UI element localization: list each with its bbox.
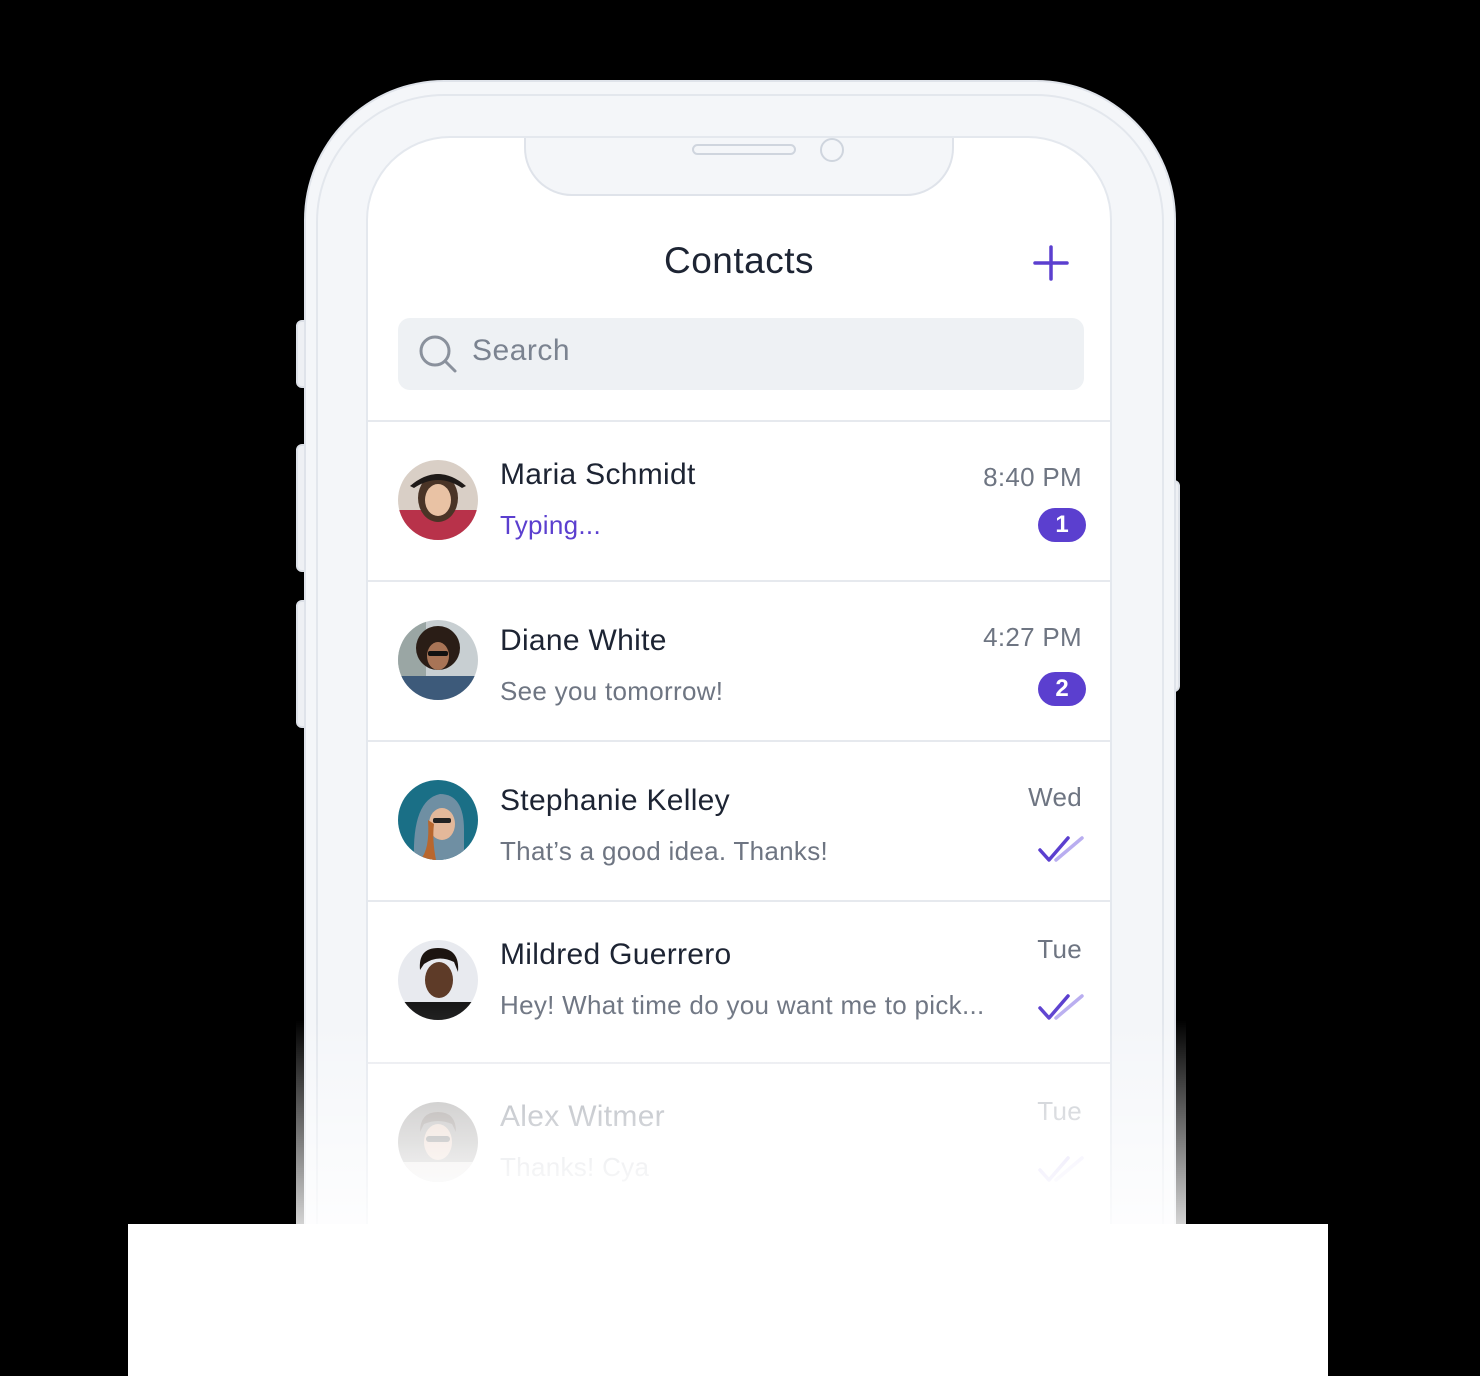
contact-time: 8:40 PM xyxy=(983,462,1082,492)
unread-badge: 1 xyxy=(1038,508,1086,542)
contact-row-stephanie-kelley[interactable]: Stephanie Kelley That’s a good idea. Tha… xyxy=(368,742,1110,902)
double-check-icon xyxy=(1038,836,1084,862)
search-placeholder: Search xyxy=(472,334,571,367)
page-title: Contacts xyxy=(663,240,814,281)
double-check-icon xyxy=(1038,994,1084,1020)
avatar xyxy=(398,460,478,540)
contact-last-message: See you tomorrow! xyxy=(500,676,724,706)
plus-icon xyxy=(1033,245,1069,281)
add-contact-button[interactable] xyxy=(1032,244,1070,282)
contact-row-alex-witmer[interactable]: Alex Witmer Thanks! Cya Tue xyxy=(368,1064,1110,1224)
front-camera xyxy=(820,138,844,162)
search-icon xyxy=(419,335,457,373)
contact-row-diane-white[interactable]: Diane White See you tomorrow! 4:27 PM 2 xyxy=(368,582,1110,742)
phone-notch xyxy=(524,138,954,196)
search-input[interactable]: Search xyxy=(398,318,1084,390)
contact-time: 4:27 PM xyxy=(983,622,1082,652)
contact-name: Mildred Guerrero xyxy=(500,938,732,971)
contact-time: Wed xyxy=(1028,782,1082,812)
contact-row-maria-schmidt[interactable]: Maria Schmidt Typing... 8:40 PM 1 xyxy=(368,422,1110,582)
contact-row-mildred-guerrero[interactable]: Mildred Guerrero Hey! What time do you w… xyxy=(368,902,1110,1062)
avatar xyxy=(398,940,478,1020)
avatar xyxy=(398,620,478,700)
contact-last-message: Thanks! Cya xyxy=(500,1152,650,1182)
avatar xyxy=(398,780,478,860)
contact-last-message: Typing... xyxy=(500,510,601,540)
contact-name: Maria Schmidt xyxy=(500,458,696,491)
contact-time: Tue xyxy=(1037,934,1082,964)
speaker-grille xyxy=(692,144,796,155)
contact-last-message: That’s a good idea. Thanks! xyxy=(500,836,829,866)
contact-time: Tue xyxy=(1037,1096,1082,1126)
contact-name: Stephanie Kelley xyxy=(500,784,730,817)
unread-badge: 2 xyxy=(1038,672,1086,706)
contact-name: Alex Witmer xyxy=(500,1100,665,1133)
page-footer-area xyxy=(128,1224,1328,1376)
contact-name: Diane White xyxy=(500,624,667,657)
double-check-icon xyxy=(1038,1156,1084,1182)
phone-screen: Contacts Search Maria Schmidt Typing... … xyxy=(366,136,1112,1236)
avatar xyxy=(398,1102,478,1182)
contact-last-message: Hey! What time do you want me to pick... xyxy=(500,990,985,1020)
